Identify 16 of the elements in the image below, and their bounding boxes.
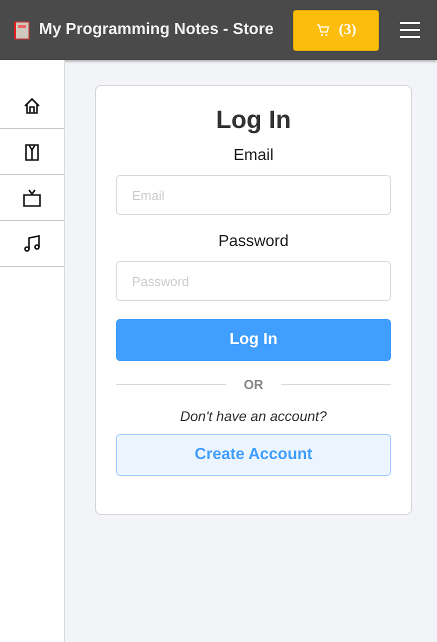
- shirt-icon: [22, 142, 42, 162]
- login-button[interactable]: Log In: [116, 319, 391, 361]
- signup-prompt: Don't have an account?: [180, 408, 327, 424]
- create-account-button[interactable]: Create Account: [116, 434, 391, 476]
- login-title: Log In: [216, 106, 291, 135]
- notebook-icon: [14, 20, 30, 40]
- home-icon: [22, 96, 42, 116]
- divider-text: OR: [244, 377, 264, 392]
- cart-button[interactable]: (3): [293, 10, 379, 50]
- field-label: Password: [218, 233, 289, 251]
- tv-icon: [22, 188, 42, 208]
- cart-icon: [316, 24, 330, 36]
- store-title: My Programming Notes - Store: [39, 21, 274, 39]
- menu-icon[interactable]: [399, 21, 421, 39]
- field-label: Email: [233, 147, 274, 165]
- music-icon: [22, 234, 42, 254]
